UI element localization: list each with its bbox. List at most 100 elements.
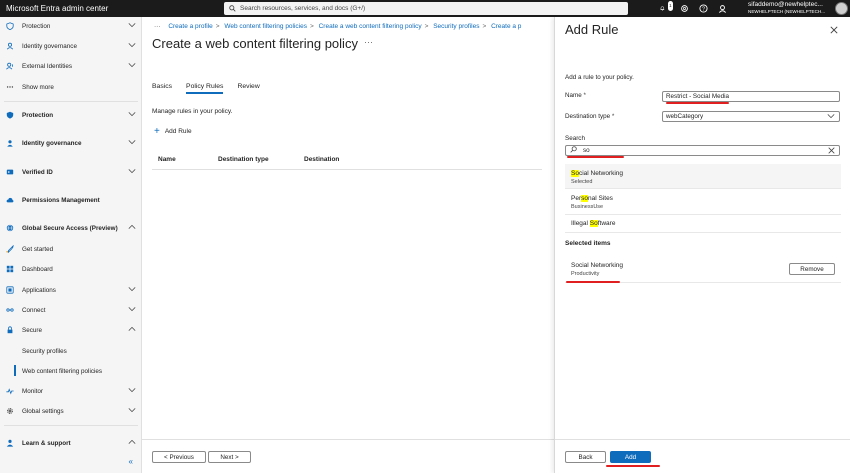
name-label-text: Name [565,92,582,99]
sidebar-item-show-more[interactable]: Show more [0,82,142,92]
gear-icon [6,407,14,415]
result-subtext: BusinessUse [571,204,604,210]
chevron-down-icon [827,113,835,121]
sidebar-item-applications[interactable]: Applications [0,285,142,295]
sidebar-item-monitor[interactable]: Monitor [0,386,142,396]
chevron-down-icon [128,62,136,70]
breadcrumb-separator: > [215,23,220,30]
sidebar-item-identity-governance-top[interactable]: Identity governance [0,41,142,51]
settings-icon[interactable] [679,4,689,14]
breadcrumb-link[interactable]: Create a web content filtering policy [319,23,422,30]
destination-type-dropdown[interactable]: webCategory [662,111,840,122]
chevron-down-icon [128,407,136,415]
result-text: Illegal [571,220,590,227]
notifications-icon[interactable]: 1 [660,0,673,14]
sidebar-item-label: Secure [22,326,42,334]
sidebar-item-label: Protection [22,111,54,119]
search-input[interactable]: so [565,145,840,156]
sidebar-item-label: Web content filtering policies [22,367,103,375]
sidebar-item-protection-top[interactable]: Protection [0,21,142,31]
clear-search-icon[interactable] [828,147,835,156]
add-rule-button[interactable]: + Add Rule [154,126,192,137]
notification-count-badge: 1 [667,0,673,11]
sidebar-item-label: Global settings [22,407,64,415]
sidebar-item-global-secure-access[interactable]: Global Secure Access (Preview) [0,223,142,233]
more-options-icon[interactable]: ··· [364,37,373,47]
result-match-highlight: So [571,170,579,177]
sidebar-item-secure[interactable]: Secure [0,325,142,335]
destination-type-label-text: Destination type [565,113,611,120]
breadcrumb: ··· Create a profile > Web content filter… [154,23,554,30]
breadcrumb-link[interactable]: Web content filtering policies [224,23,307,30]
sidebar-item-label: Global Secure Access (Preview) [22,224,118,232]
collapse-sidebar-button[interactable]: « [129,457,133,466]
sidebar-item-web-content-filtering-policies[interactable]: Web content filtering policies [0,366,142,376]
more-icon [6,83,14,91]
panel-title: Add Rule [565,22,619,37]
sidebar-item-label: External Identities [22,62,73,70]
sidebar-item-label: Security profiles [22,347,67,355]
breadcrumb-separator: > [424,23,429,30]
sidebar-item-connect[interactable]: Connect [0,305,142,315]
avatar[interactable] [835,2,848,15]
tab-basics[interactable]: Basics [152,83,172,94]
search-icon [229,5,236,12]
global-search-input[interactable]: Search resources, services, and docs (G+… [224,2,628,15]
sidebar-item-label: Connect [22,306,46,314]
column-header-name[interactable]: Name [158,156,176,163]
back-button[interactable]: Back [565,451,606,463]
result-match-highlight: so [581,195,588,202]
user-account[interactable]: sifaddemo@newhelptec... NEWHELPTECH (NEW… [748,1,832,15]
plus-icon: + [154,126,160,137]
breadcrumb-link[interactable]: Create a profile [168,23,212,30]
chevron-down-icon [128,387,136,395]
sidebar-item-security-profiles[interactable]: Security profiles [0,346,142,356]
tab-review[interactable]: Review [237,83,259,94]
globe-icon [6,224,14,232]
sidebar-item-identity-governance[interactable]: Identity governance [0,138,142,148]
add-button[interactable]: Add [610,451,651,463]
tab-policy-rules[interactable]: Policy Rules [186,83,224,94]
next-button[interactable]: Next > [208,451,251,463]
search-result-item[interactable]: Personal Sites BusinessUse [565,190,841,215]
previous-button[interactable]: < Previous [152,451,206,463]
applications-icon [6,286,14,294]
chevron-down-icon [128,42,136,50]
sidebar-item-label: Monitor [22,387,43,395]
sidebar-item-external-identities[interactable]: External Identities [0,61,142,71]
column-header-destination-type[interactable]: Destination type [218,156,269,163]
rules-table-header: Name Destination type Destination [152,152,542,170]
sidebar-item-protection[interactable]: Protection [0,110,142,120]
search-result-item[interactable]: Social Networking Selected [565,164,841,189]
destination-type-value: webCategory [666,113,704,120]
svg-text:?: ? [702,6,705,12]
sidebar-item-learn-support[interactable]: Learn & support [0,438,142,448]
sidebar-item-global-settings[interactable]: Global settings [0,406,142,416]
add-rule-label: Add Rule [164,128,192,135]
sidebar-item-permissions-management[interactable]: Permissions Management [0,195,142,205]
breadcrumb-ellipsis[interactable]: ··· [154,23,161,30]
chevron-down-icon [128,306,136,314]
column-header-destination[interactable]: Destination [304,156,339,163]
sidebar-item-verified-id[interactable]: Verified ID [0,167,142,177]
person-icon [6,439,14,447]
help-icon[interactable]: ? [698,4,708,14]
result-subtext: Selected [571,179,593,185]
app-title[interactable]: Microsoft Entra admin center [0,4,220,13]
breadcrumb-link[interactable]: Security profiles [433,23,479,30]
user-name: sifaddemo@newhelptec... [748,1,823,8]
shield-icon [6,22,14,30]
feedback-icon[interactable] [717,4,727,14]
search-result-item[interactable]: Illegal Software [565,216,841,233]
breadcrumb-link[interactable]: Create a p [491,23,521,30]
name-input[interactable]: Restrict - Social Media [662,91,840,102]
close-icon[interactable] [830,26,838,36]
result-text: cial Networking [578,170,624,177]
sidebar-item-get-started[interactable]: Get started [0,244,142,254]
sidebar-item-dashboard[interactable]: Dashboard [0,264,142,274]
required-asterisk: * [611,113,615,120]
sidebar-item-label: Applications [22,286,56,294]
remove-button[interactable]: Remove [789,263,835,275]
annotation-underline [567,156,624,158]
wizard-footer: < Previous Next > [142,439,554,473]
